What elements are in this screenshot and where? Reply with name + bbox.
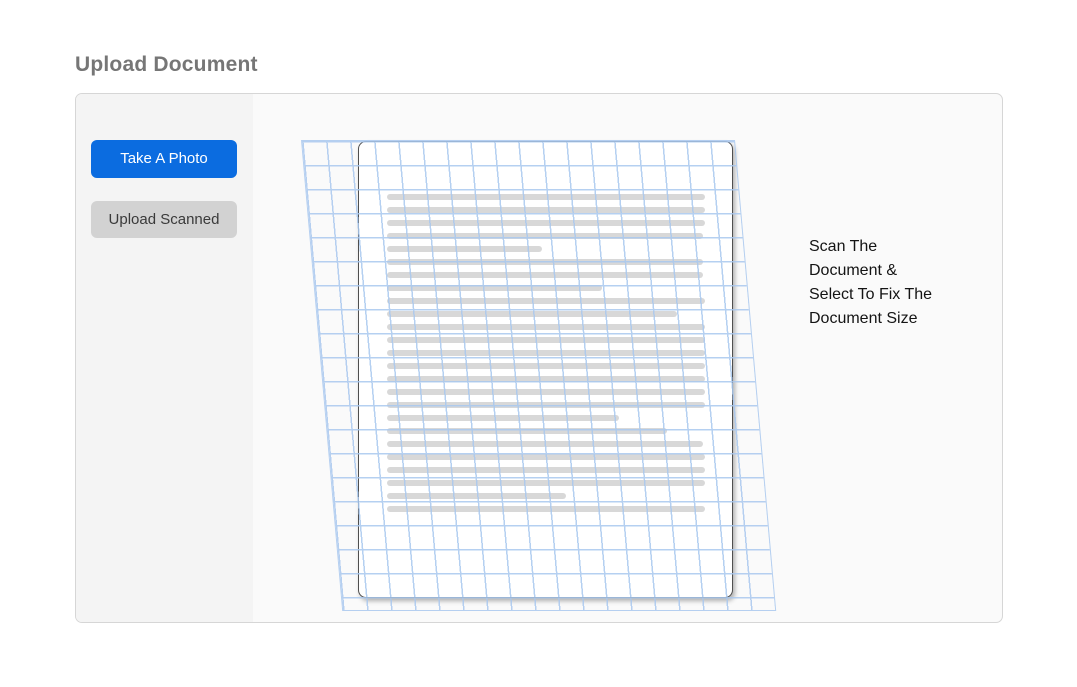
instruction-text: Scan The Document & Select To Fix The Do… (809, 235, 979, 331)
sidebar: Take A Photo Upload Scanned (76, 94, 253, 622)
upload-scanned-button[interactable]: Upload Scanned (91, 201, 237, 238)
page-title: Upload Document (75, 53, 258, 77)
perspective-grid-overlay (301, 140, 776, 611)
upload-document-panel: Take A Photo Upload Scanned Scan The Doc… (75, 93, 1003, 623)
take-a-photo-button[interactable]: Take A Photo (91, 140, 237, 178)
